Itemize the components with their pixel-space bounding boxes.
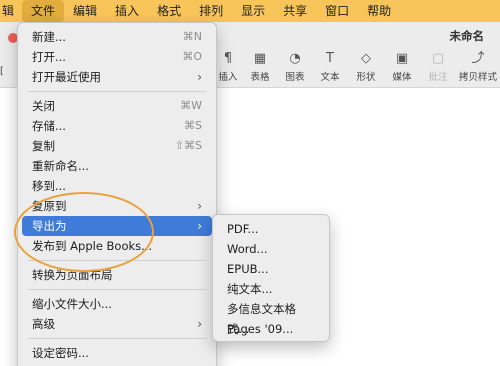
menu-item-label: 关闭 — [32, 99, 55, 113]
media-icon: ▣ — [395, 51, 409, 66]
menu-item-label: 高级 — [32, 317, 55, 331]
menu-item-rename[interactable]: 重新命名... — [22, 156, 212, 176]
menu-separator — [28, 91, 206, 92]
menu-item-export-to[interactable]: 导出为 › — [22, 216, 212, 236]
menu-share[interactable]: 共享 — [274, 0, 316, 22]
menu-window[interactable]: 窗口 — [316, 0, 358, 22]
export-word[interactable]: Word... — [217, 239, 325, 259]
menu-separator — [28, 289, 206, 290]
toolbar-media-button[interactable]: ▣ 媒体 — [382, 50, 422, 83]
chevron-right-icon: › — [197, 219, 202, 233]
toolbar-table-label: 表格 — [250, 72, 270, 83]
menu-help[interactable]: 帮助 — [358, 0, 400, 22]
chart-icon: ◔ — [289, 51, 301, 66]
chevron-right-icon: › — [197, 70, 202, 84]
menu-item-open[interactable]: 打开... ⌘O — [22, 47, 212, 67]
menu-format[interactable]: 格式 — [148, 0, 190, 22]
menu-item-duplicate[interactable]: 复制 ⇧⌘S — [22, 136, 212, 156]
toolbar-partial-label: [ — [0, 66, 4, 77]
toolbar-comment-label: 批注 — [428, 72, 448, 83]
toolbar-shape-button[interactable]: ◇ 形状 — [346, 50, 386, 83]
menu-item-save[interactable]: 存储... ⌘S — [22, 116, 212, 136]
toolbar-text-button[interactable]: T 文本 — [310, 50, 350, 83]
toolbar-text-label: 文本 — [320, 72, 340, 83]
menu-item-label: 缩小文件大小... — [32, 297, 112, 311]
shortcut-label: ⇧⌘S — [174, 139, 202, 152]
menu-separator — [28, 260, 206, 261]
menu-file[interactable]: 文件 — [22, 0, 65, 22]
menu-item-open-recent[interactable]: 打开最近使用 › — [22, 67, 212, 87]
menu-item-label: 导出为 — [32, 219, 67, 233]
file-menu: 新建... ⌘N 打开... ⌘O 打开最近使用 › 关闭 ⌘W 存储... ⌘… — [17, 22, 217, 366]
copy-style-icon: ⤴ — [471, 51, 485, 66]
toolbar-comment-button[interactable]: ▢ 批注 — [418, 50, 458, 83]
shape-icon: ◇ — [361, 51, 371, 66]
shortcut-label: ⌘S — [184, 119, 202, 132]
text-box-icon: T — [326, 51, 334, 66]
export-epub[interactable]: EPUB... — [217, 259, 325, 279]
menu-item-convert-page-layout[interactable]: 转换为页面布局 — [22, 265, 212, 285]
table-icon: ▦ — [253, 51, 267, 66]
menu-bar: 辑 文件 编辑 插入 格式 排列 显示 共享 窗口 帮助 — [0, 0, 500, 22]
menu-item-reduce-file-size[interactable]: 缩小文件大小... — [22, 294, 212, 314]
toolbar-shape-label: 形状 — [356, 72, 376, 83]
export-submenu: PDF... Word... EPUB... 纯文本... 多信息文本格式...… — [212, 214, 330, 342]
menu-item-label: 新建... — [32, 30, 66, 44]
shortcut-label: ⌘W — [180, 99, 202, 112]
menu-item-label: 转换为页面布局 — [32, 268, 113, 282]
menu-insert[interactable]: 插入 — [106, 0, 148, 22]
menu-item-label: 移到... — [32, 179, 66, 193]
comment-icon: ▢ — [431, 51, 445, 66]
export-rich-text[interactable]: 多信息文本格式... — [217, 299, 325, 336]
menu-item-label: 打开最近使用 — [32, 70, 101, 84]
menu-item-move-to[interactable]: 移到... — [22, 176, 212, 196]
export-pages-09[interactable]: Pages '09... — [217, 319, 325, 339]
menu-separator — [28, 338, 206, 339]
menu-edit[interactable]: 编辑 — [64, 0, 106, 22]
menu-item-label: 打开... — [32, 50, 66, 64]
shortcut-label: ⌘N — [182, 30, 202, 43]
chevron-right-icon: › — [197, 317, 202, 331]
menu-item-publish-apple-books[interactable]: 发布到 Apple Books... — [22, 236, 212, 256]
menu-item-close[interactable]: 关闭 ⌘W — [22, 96, 212, 116]
menu-item-advanced[interactable]: 高级 › — [22, 314, 212, 334]
toolbar-table-button[interactable]: ▦ 表格 — [240, 50, 280, 83]
toolbar-media-label: 媒体 — [392, 72, 412, 83]
document-title: 未命名 — [449, 29, 485, 43]
toolbar-copy-style-button[interactable]: ⤴ 拷贝样式 — [458, 50, 498, 83]
toolbar-chart-label: 图表 — [285, 72, 305, 83]
menu-item-label: 复原到 — [32, 199, 67, 213]
menu-item-revert-to[interactable]: 复原到 › — [22, 196, 212, 216]
menu-view[interactable]: 显示 — [232, 0, 274, 22]
menu-item-label: 复制 — [32, 139, 55, 153]
menu-item-label: 设定密码... — [32, 346, 89, 360]
menu-item-label: 重新命名... — [32, 159, 89, 173]
menu-edit-partial[interactable]: 辑 — [0, 0, 22, 22]
menu-arrange[interactable]: 排列 — [190, 0, 232, 22]
export-pdf[interactable]: PDF... — [217, 219, 325, 239]
export-plain-text[interactable]: 纯文本... — [217, 279, 325, 299]
shortcut-label: ⌘O — [182, 50, 202, 63]
toolbar-copy-style-label: 拷贝样式 — [458, 72, 497, 83]
menu-item-label: 存储... — [32, 119, 66, 133]
menu-item-new[interactable]: 新建... ⌘N — [22, 27, 212, 47]
chevron-right-icon: › — [197, 199, 202, 213]
toolbar-chart-button[interactable]: ◔ 图表 — [275, 50, 315, 83]
menu-item-set-password[interactable]: 设定密码... — [22, 343, 212, 363]
menu-item-label: 发布到 Apple Books... — [32, 239, 153, 253]
